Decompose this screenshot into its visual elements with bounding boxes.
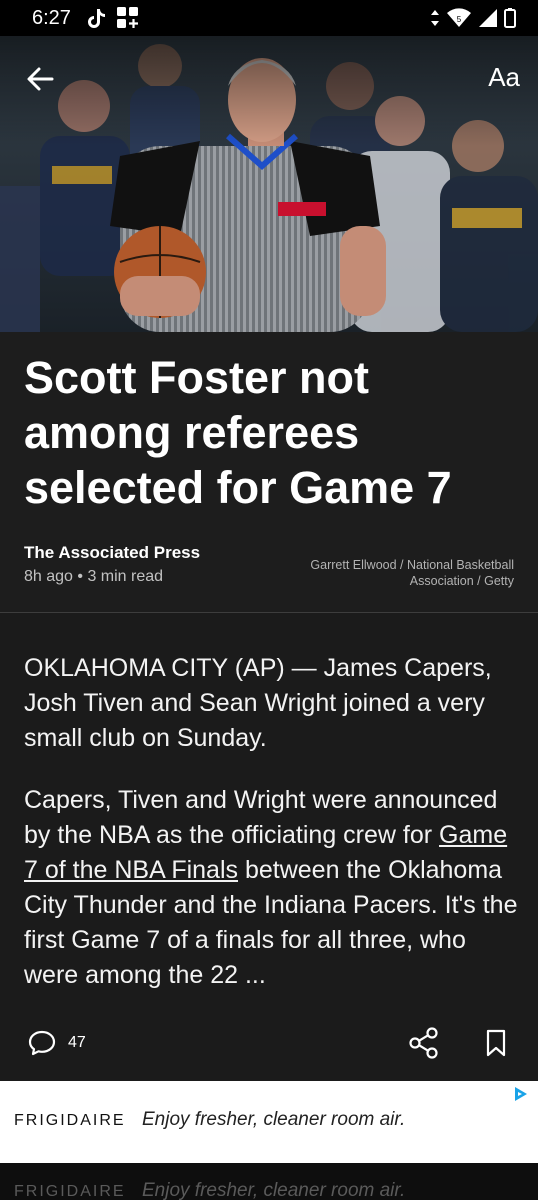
adchoices-icon[interactable] (512, 1085, 530, 1103)
article-source[interactable]: The Associated Press (24, 543, 200, 563)
arrow-left-icon (27, 67, 54, 91)
hero-top-fade (0, 36, 538, 146)
battery-icon (504, 8, 516, 28)
network-label: 5 (457, 15, 462, 24)
action-bar: 47 (0, 1003, 538, 1081)
status-left-icons (86, 6, 140, 30)
hero-image: Aa (0, 36, 538, 332)
ad-brand-logo: FRIGIDAIRE (14, 1112, 126, 1129)
bookmark-button[interactable] (484, 1029, 508, 1057)
grid-add-icon (117, 7, 138, 28)
ad-tagline-shadow: Enjoy fresher, cleaner room air. (142, 1180, 406, 1200)
ad-tagline: Enjoy fresher, cleaner room air. (142, 1109, 406, 1130)
status-bar: 6:27 5 (0, 0, 538, 36)
ad-banner-shadow: FRIGIDAIRE Enjoy fresher, cleaner room a… (0, 1163, 538, 1200)
tiktok-icon (88, 9, 105, 28)
paragraph-2-start: Capers, Tiven and Wright were announced … (24, 786, 498, 849)
article-meta: 8h ago • 3 min read (24, 568, 163, 586)
article-read-time: 3 min read (87, 568, 164, 585)
article-header: Scott Foster not among referees selected… (0, 332, 538, 612)
article-time-ago: 8h ago (24, 568, 73, 585)
share-button[interactable] (408, 1027, 440, 1059)
bookmark-icon (486, 1029, 506, 1057)
meta-separator: • (77, 568, 83, 585)
comment-icon (28, 1030, 56, 1056)
data-arrows-icon (431, 10, 439, 26)
font-size-button[interactable]: Aa (488, 62, 520, 93)
status-time: 6:27 (32, 7, 71, 29)
ad-brand-logo-shadow: FRIGIDAIRE (14, 1183, 126, 1200)
paragraph-1: OKLAHOMA CITY (AP) — James Capers, Josh … (24, 654, 492, 752)
image-credit: Garrett Ellwood / National Basketball As… (310, 558, 514, 588)
wifi-icon: 5 (447, 8, 471, 27)
comment-count: 47 (68, 1034, 86, 1051)
article-headline: Scott Foster not among referees selected… (24, 352, 452, 513)
paragraph-2: Capers, Tiven and Wright were announced … (24, 783, 518, 993)
ad-banner[interactable]: FRIGIDAIRE Enjoy fresher, cleaner room a… (0, 1081, 538, 1163)
article-body: OKLAHOMA CITY (AP) — James Capers, Josh … (0, 613, 538, 1003)
status-right-icons: 5 (430, 8, 516, 28)
share-icon (409, 1027, 438, 1059)
back-button[interactable] (24, 62, 58, 96)
signal-icon (479, 9, 497, 27)
comment-button[interactable]: 47 (28, 1030, 86, 1056)
